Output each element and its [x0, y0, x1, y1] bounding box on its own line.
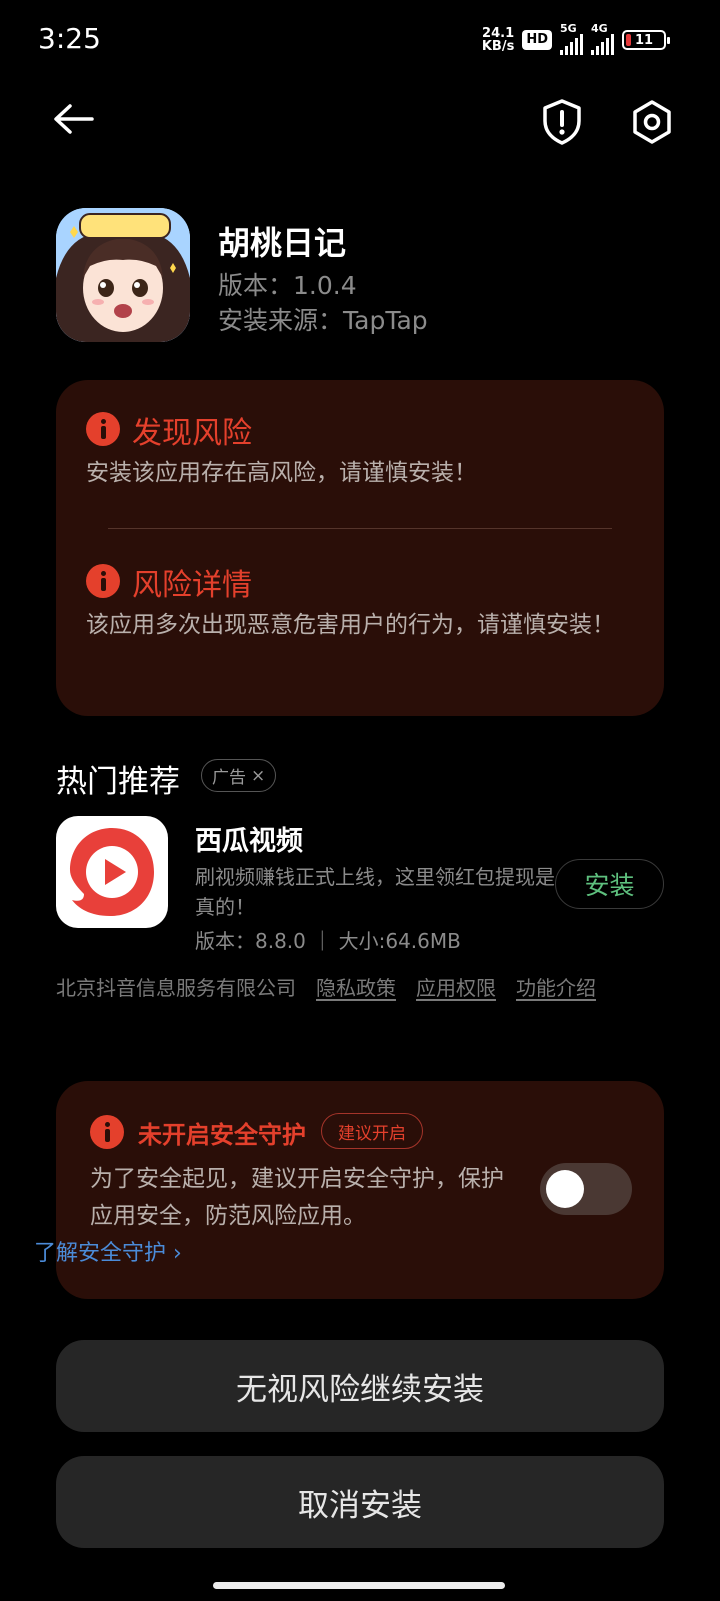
risk-found-text: 安装该应用存在高风险，请谨慎安装！	[86, 460, 477, 486]
arrow-left-icon	[54, 104, 94, 134]
signal-4g-label: 4G	[591, 22, 608, 35]
app-name: 胡桃日记	[218, 224, 347, 262]
privacy-policy-link[interactable]: 隐私政策	[316, 972, 396, 1001]
protection-toggle[interactable]	[540, 1163, 632, 1215]
recommended-app-desc: 刷视频赚钱正式上线，这里领红包提现是真的！	[195, 865, 555, 919]
security-button[interactable]	[540, 98, 584, 146]
signal-4g-icon: 4G	[591, 22, 614, 55]
status-time: 3:25	[38, 22, 101, 55]
divider	[108, 528, 612, 529]
settings-button[interactable]	[628, 98, 676, 146]
recommend-heading: 热门推荐	[56, 764, 180, 800]
home-indicator[interactable]	[213, 1582, 505, 1589]
risk-found-title: 发现风险	[132, 416, 252, 451]
cancel-install-button[interactable]: 取消安装	[56, 1456, 664, 1548]
status-icons: 24.1 KB/s HD 5G 4G 11	[482, 22, 670, 55]
app-permissions-link[interactable]: 应用权限	[416, 972, 496, 1001]
back-button[interactable]	[48, 96, 98, 146]
network-speed: 24.1 KB/s	[482, 27, 514, 53]
install-button[interactable]: 安装	[555, 859, 664, 909]
anime-girl-icon	[56, 208, 190, 342]
developer-name: 北京抖音信息服务有限公司	[56, 976, 296, 1000]
battery-level: 11	[634, 32, 654, 48]
recommended-app-name[interactable]: 西瓜视频	[195, 819, 303, 858]
battery-icon: 11	[622, 29, 670, 50]
risk-card: 发现风险 安装该应用存在高风险，请谨慎安装！ 风险详情 该应用多次出现恶意危害用…	[56, 380, 664, 716]
warning-icon	[86, 412, 120, 446]
continue-install-button[interactable]: 无视风险继续安装	[56, 1340, 664, 1432]
warning-icon	[86, 564, 120, 598]
protection-text: 为了安全起见，建议开启安全守护，保护应用安全，防范风险应用。	[90, 1166, 504, 1229]
signal-5g-label: 5G	[560, 22, 577, 35]
toggle-knob	[546, 1170, 584, 1208]
gear-icon	[633, 100, 671, 144]
status-bar: 3:25 24.1 KB/s HD 5G 4G 11	[0, 0, 720, 80]
ad-badge[interactable]: 广告 ×	[201, 759, 277, 792]
warning-icon	[90, 1115, 124, 1149]
hd-icon: HD	[522, 29, 552, 50]
install-source: 安装来源：TapTap	[218, 306, 428, 335]
risk-detail-title: 风险详情	[132, 568, 252, 603]
risk-detail-text: 该应用多次出现恶意危害用户的行为，请谨慎安装！	[86, 612, 615, 638]
app-icon	[56, 208, 190, 342]
network-speed-value: 24.1	[482, 25, 515, 41]
play-logo-icon	[70, 828, 154, 916]
protection-title: 未开启安全守护	[138, 1121, 306, 1149]
recommend-enable-badge: 建议开启	[321, 1113, 423, 1149]
recommended-app-icon[interactable]	[56, 816, 168, 928]
ad-label: 广告	[212, 768, 246, 788]
close-icon[interactable]: ×	[251, 766, 265, 786]
learn-protection-link[interactable]: 了解安全守护 ›	[34, 1235, 182, 1267]
recommended-app-meta: 版本：8.8.0 ｜ 大小:64.6MB	[195, 929, 461, 953]
features-link[interactable]: 功能介绍	[516, 972, 596, 1001]
shield-alert-icon	[543, 99, 581, 145]
network-speed-unit: KB/s	[481, 38, 515, 54]
signal-5g-icon: 5G	[560, 22, 583, 55]
developer-links: 北京抖音信息服务有限公司 隐私政策 应用权限 功能介绍	[56, 972, 596, 1001]
app-version: 版本：1.0.4	[218, 271, 357, 300]
